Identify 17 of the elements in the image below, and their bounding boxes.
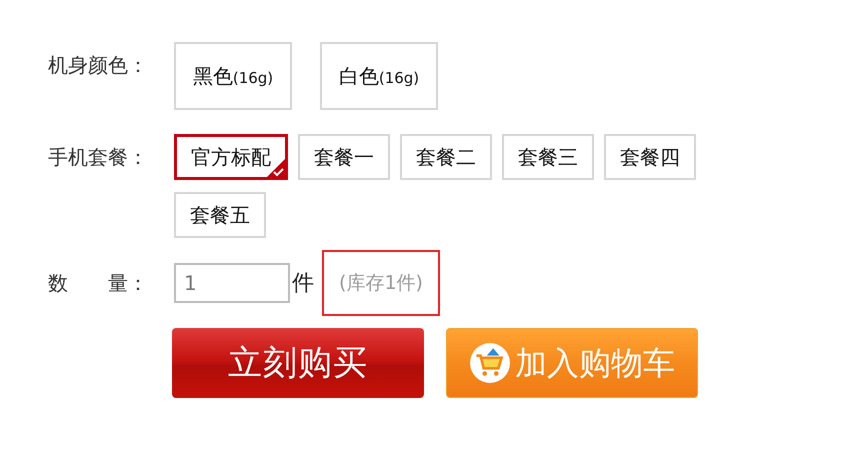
quantity-label: 数: [48, 270, 68, 297]
package-option[interactable]: 套餐三: [502, 134, 594, 180]
buy-now-button[interactable]: 立刻购买: [172, 328, 424, 398]
package-option[interactable]: 套餐一: [298, 134, 390, 180]
option-label: 机身颜色：: [48, 52, 149, 79]
package-option[interactable]: 套餐五: [174, 192, 266, 238]
package-option[interactable]: 套餐四: [604, 134, 696, 180]
option-label: 手机套餐：: [48, 144, 149, 171]
cart-icon: [469, 342, 511, 384]
quantity-label: 量：: [108, 270, 148, 297]
color-option[interactable]: 黑色(16g): [174, 42, 292, 110]
package-option[interactable]: 官方标配: [174, 134, 288, 180]
color-option[interactable]: 白色(16g): [320, 42, 438, 110]
quantity-field[interactable]: 1: [174, 263, 290, 303]
stock-text: (库存1件): [322, 250, 440, 316]
unit-label: 件: [292, 270, 314, 298]
package-option[interactable]: 套餐二: [400, 134, 492, 180]
